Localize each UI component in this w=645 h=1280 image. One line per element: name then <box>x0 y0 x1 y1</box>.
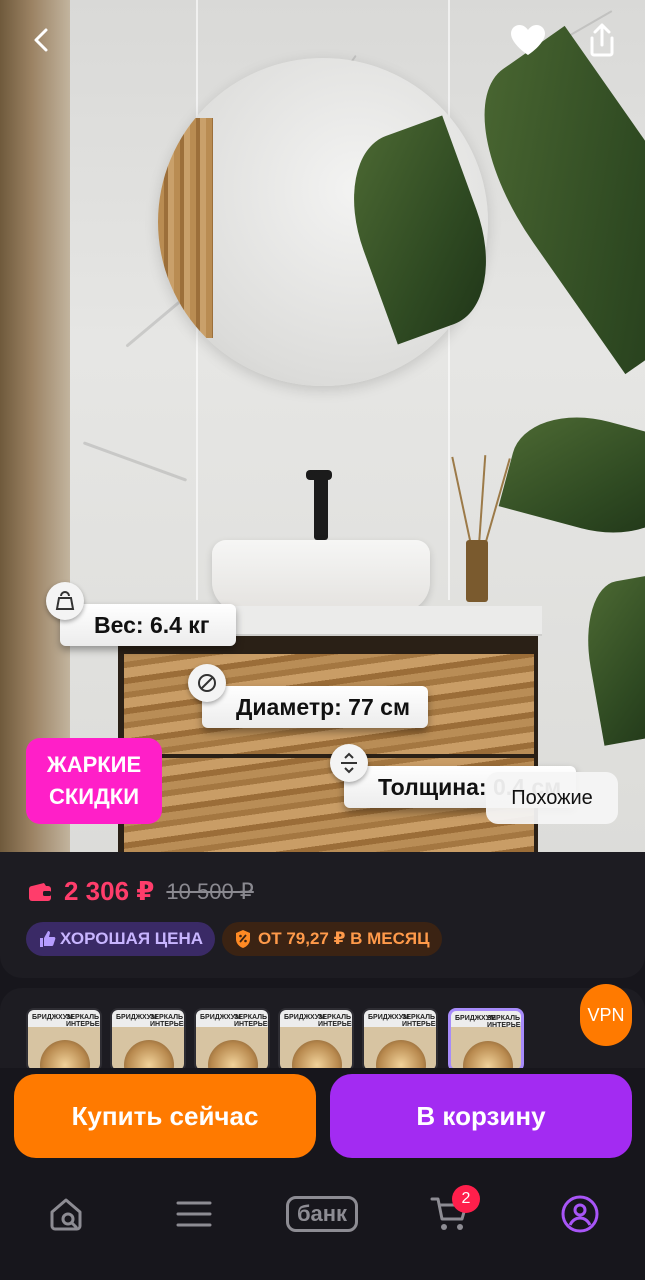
price-row: 2 306 ₽ 10 500 ₽ <box>28 876 254 907</box>
profile-icon <box>561 1195 599 1233</box>
bank-label: банк <box>285 1196 359 1232</box>
nav-home[interactable] <box>36 1192 96 1236</box>
good-price-label: ХОРОШАЯ ЦЕНА <box>60 929 204 948</box>
spec-weight: Вес: 6.4 кг <box>60 604 236 646</box>
favorite-button[interactable] <box>506 18 550 62</box>
current-price: 2 306 ₽ <box>64 876 155 906</box>
diameter-icon <box>188 664 226 702</box>
thumbnail-title: ЗЕРКАЛЬ ИНТЕРЬЕРНОЕ <box>234 1014 268 1028</box>
thumbnail-mirror <box>463 1041 513 1068</box>
leaf <box>498 399 645 551</box>
spec-diameter: Диаметр: 77 см <box>202 686 428 728</box>
marble-vein <box>82 441 188 482</box>
vpn-badge[interactable]: VPN <box>580 984 632 1046</box>
add-to-cart-button[interactable]: В корзину <box>330 1074 632 1158</box>
price-card: 2 306 ₽ 10 500 ₽ ХОРОШАЯ ЦЕНА ОТ 79,27 ₽… <box>0 852 645 978</box>
nav-bank[interactable]: банк <box>280 1192 364 1236</box>
product-image[interactable]: Вес: 6.4 кг Диаметр: 77 см Толщина: 0.4 … <box>0 0 645 860</box>
installment-tag[interactable]: ОТ 79,27 ₽ В МЕСЯЦ <box>222 922 442 956</box>
share-button[interactable] <box>580 18 624 62</box>
faucet <box>314 470 328 540</box>
thumbnail-mirror <box>208 1040 258 1068</box>
thumbnail-mirror <box>292 1040 342 1068</box>
thumbnail[interactable]: БРИДЖХУМ ЗЕРКАЛЬ ИНТЕРЬЕРНОЕ <box>362 1008 438 1068</box>
thumbnail[interactable]: БРИДЖХУМ ЗЕРКАЛЬ ИНТЕРЬЕРНОЕ <box>26 1008 102 1068</box>
reed <box>478 455 487 546</box>
thumbnail-title: ЗЕРКАЛЬ ИНТЕРЬЕРНОЕ <box>487 1015 524 1029</box>
nav-catalog[interactable] <box>164 1192 224 1236</box>
good-price-tag[interactable]: ХОРОШАЯ ЦЕНА <box>26 922 216 956</box>
heart-icon <box>511 25 545 55</box>
shield-percent-icon <box>236 930 250 948</box>
mirror-reflection <box>158 118 213 338</box>
menu-icon <box>176 1201 212 1227</box>
thumbnail-title: ЗЕРКАЛЬ ИНТЕРЬЕРНОЕ <box>402 1014 436 1028</box>
hot-deals-badge[interactable]: ЖАРКИЕ СКИДКИ <box>26 738 162 824</box>
thumbnail-mirror <box>124 1040 174 1068</box>
thumbnail-mirror <box>376 1040 426 1068</box>
installment-label: ОТ 79,27 ₽ В МЕСЯЦ <box>258 929 430 948</box>
thumbnail[interactable]: БРИДЖХУМ ЗЕРКАЛЬ ИНТЕРЬЕРНОЕ <box>278 1008 354 1068</box>
old-price: 10 500 ₽ <box>166 878 254 904</box>
sink-basin <box>212 540 430 612</box>
cart-count-badge: 2 <box>452 1185 480 1213</box>
bottom-nav: банк <box>0 1170 645 1280</box>
thumbnail[interactable]: БРИДЖХУМ ЗЕРКАЛЬ ИНТЕРЬЕРНОЕ <box>110 1008 186 1068</box>
similar-button[interactable]: Похожие <box>486 772 618 824</box>
hot-deals-line1: ЖАРКИЕ <box>46 752 142 777</box>
spec-diameter-label: Диаметр: 77 см <box>236 693 410 720</box>
thumbnail[interactable]: БРИДЖХУМ ЗЕРКАЛЬ ИНТЕРЬЕРНОЕ <box>194 1008 270 1068</box>
nav-profile[interactable] <box>550 1192 610 1236</box>
thumbnail-title: ЗЕРКАЛЬ ИНТЕРЬЕРНОЕ <box>150 1014 184 1028</box>
reed <box>451 456 472 546</box>
chevron-left-icon <box>34 28 48 52</box>
thickness-icon <box>330 744 368 782</box>
wallet-icon <box>29 882 51 901</box>
thumbnail-selected[interactable]: БРИДЖХУМ ЗЕРКАЛЬ ИНТЕРЬЕРНОЕ <box>448 1008 524 1068</box>
back-button[interactable] <box>20 18 64 62</box>
share-icon <box>590 23 614 57</box>
weight-icon <box>46 582 84 620</box>
diffuser <box>466 540 488 602</box>
wood-panel <box>0 0 70 860</box>
thumbnail-mirror <box>40 1040 90 1068</box>
thumbs-up-icon <box>40 931 56 947</box>
thumbnail-title: ЗЕРКАЛЬ ИНТЕРЬЕРНОЕ <box>66 1014 100 1028</box>
leaf <box>576 574 645 746</box>
hot-deals-line2: СКИДКИ <box>48 784 140 809</box>
thumbnail-title: ЗЕРКАЛЬ ИНТЕРЬЕРНОЕ <box>318 1014 352 1028</box>
spec-weight-label: Вес: 6.4 кг <box>94 611 210 638</box>
home-search-icon <box>50 1198 82 1231</box>
thumbnail-strip: БРИДЖХУМ ЗЕРКАЛЬ ИНТЕРЬЕРНОЕ БРИДЖХУМ ЗЕ… <box>0 988 645 1068</box>
buy-now-button[interactable]: Купить сейчас <box>14 1074 316 1158</box>
